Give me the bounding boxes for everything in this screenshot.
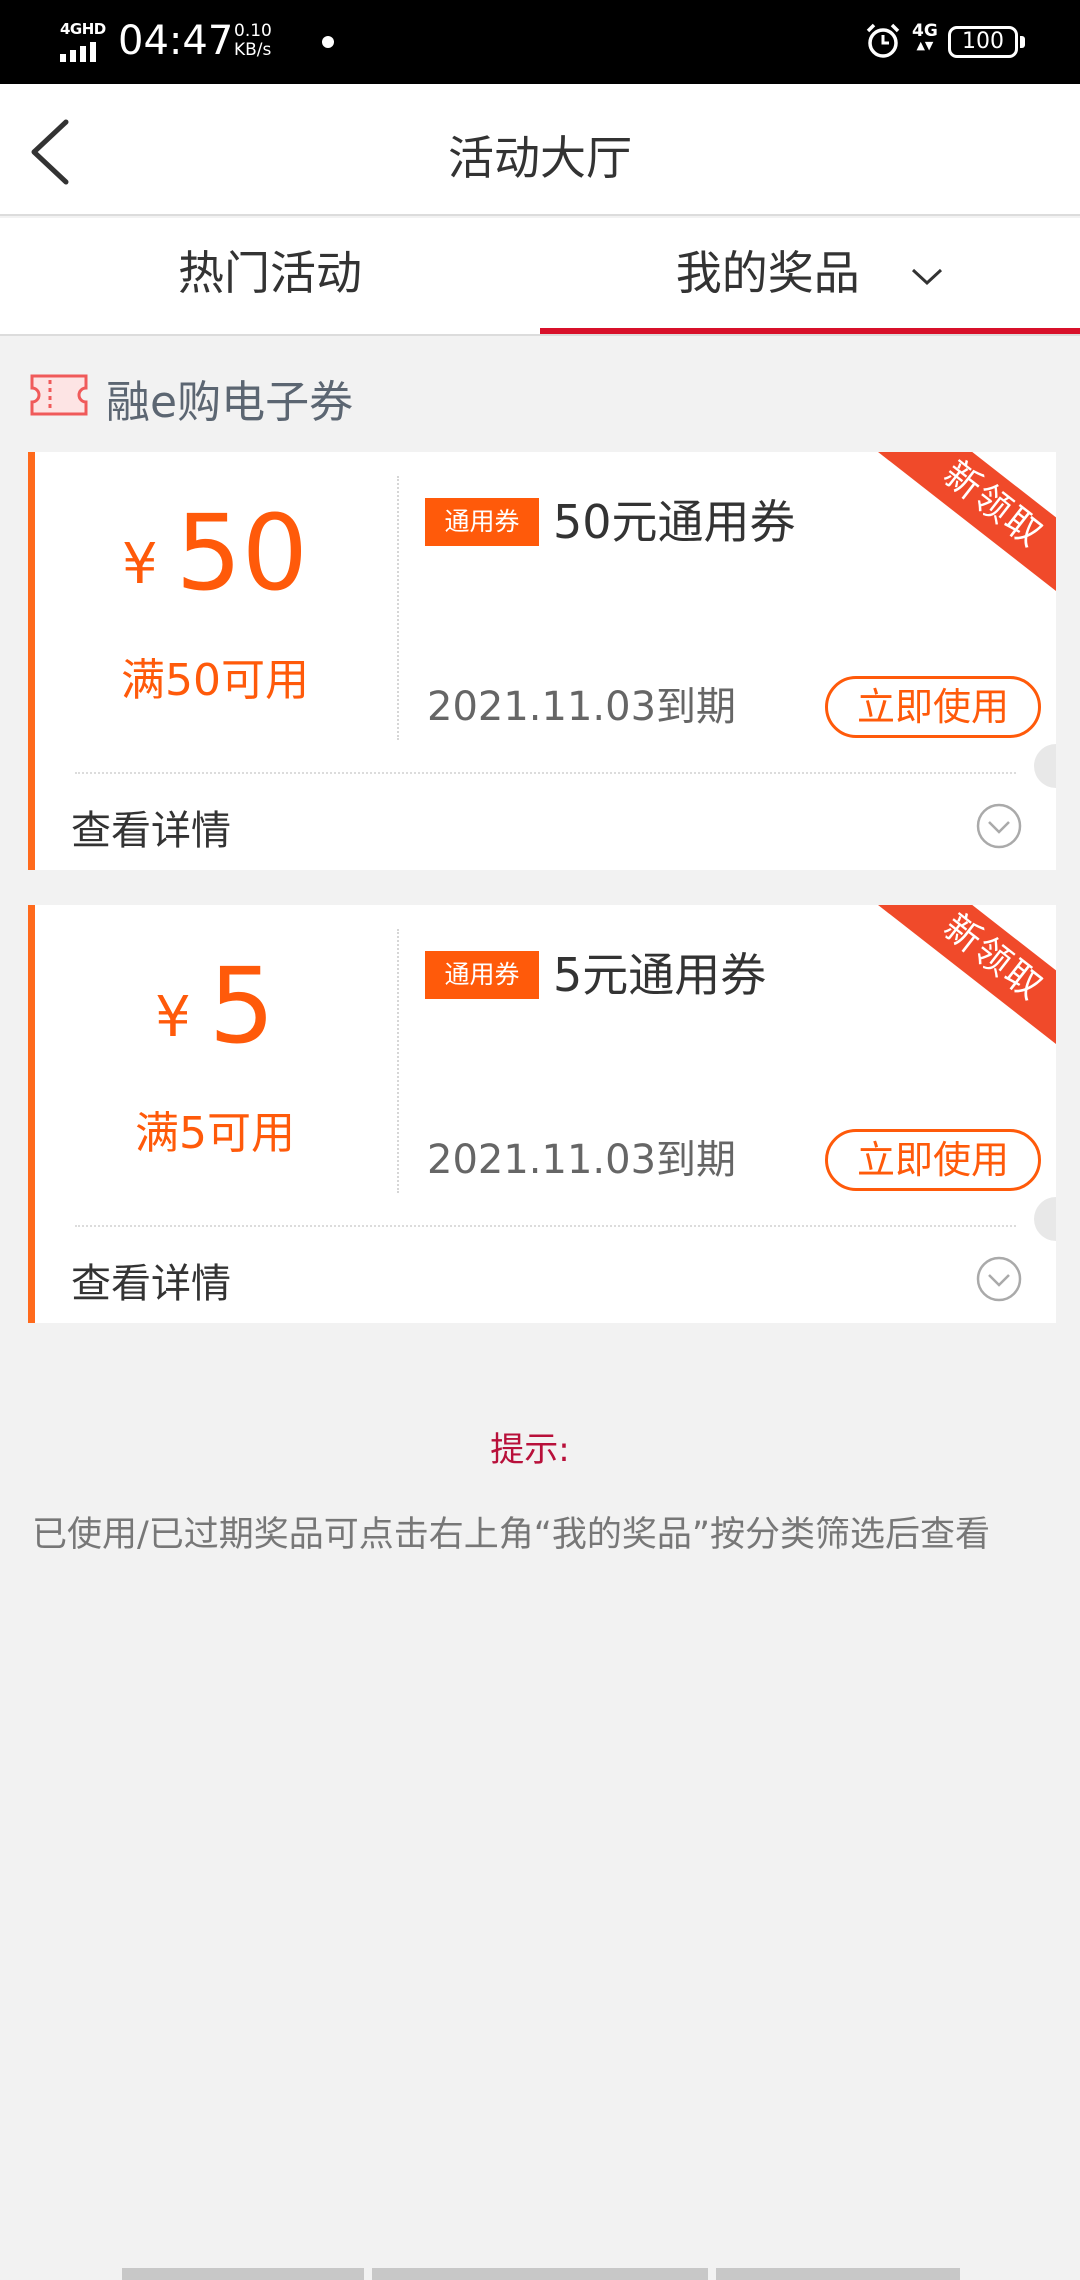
coupon-card: ¥50 满50可用 通用券 50元通用券 2021.11.03到期 立即使用 新… (28, 452, 1056, 870)
coupon-type-badge: 通用券 (425, 498, 539, 546)
notification-dot-icon (322, 36, 334, 48)
tab-bar: 热门活动 我的奖品 (0, 218, 1080, 336)
expand-circle-icon[interactable] (975, 1255, 1023, 1303)
active-tab-indicator (540, 328, 1080, 334)
coupon-amount: ¥50 (35, 492, 395, 614)
bottom-bar (372, 2268, 708, 2280)
currency-symbol: ¥ (122, 532, 158, 597)
coupon-name: 50元通用券 (553, 495, 796, 549)
speed-unit: KB/s (234, 40, 272, 60)
coupon-amount: ¥5 (35, 945, 395, 1067)
coupon-threshold: 满50可用 (121, 655, 309, 706)
network-label: 4GHD (60, 20, 106, 38)
speed-value: 0.10 (234, 21, 272, 41)
mobile-data-icon: 4G ▲▼ (912, 21, 938, 52)
divider (75, 1225, 1016, 1227)
coupon-expire-date: 2021.11.03到期 (427, 684, 737, 730)
currency-symbol: ¥ (155, 985, 191, 1050)
bottom-bar (122, 2268, 364, 2280)
nav-bar: 活动大厅 (0, 84, 1080, 216)
new-ribbon-badge: 新领取 (868, 905, 1056, 1064)
amount-value: 5 (208, 945, 275, 1067)
tab-hot-activities[interactable]: 热门活动 (0, 218, 540, 336)
chevron-down-icon (912, 268, 943, 285)
use-now-button[interactable]: 立即使用 (825, 676, 1041, 738)
alarm-icon (866, 23, 900, 58)
divider (397, 929, 399, 1193)
coupon-type-badge: 通用券 (425, 951, 539, 999)
coupon-expire-date: 2021.11.03到期 (427, 1137, 737, 1183)
bottom-bar (716, 2268, 960, 2280)
amount-value: 50 (175, 492, 308, 614)
hint-title: 提示: (490, 1430, 570, 1470)
hint-text: 已使用/已过期奖品可点击右上角“我的奖品”按分类筛选后查看 (32, 1515, 991, 1555)
battery-level: 100 (962, 29, 1004, 54)
tab-my-prizes[interactable]: 我的奖品 (540, 218, 1080, 336)
status-time: 04:47 (118, 18, 234, 64)
tab-label: 热门活动 (178, 246, 362, 300)
coupon-threshold: 满5可用 (135, 1108, 295, 1159)
battery-tip (1020, 36, 1025, 48)
net-type-label: 4G (912, 21, 938, 41)
use-now-button[interactable]: 立即使用 (825, 1129, 1041, 1191)
battery-icon: 100 (948, 26, 1018, 58)
view-details-link[interactable]: 查看详情 (71, 798, 231, 856)
card-notch (1034, 1197, 1056, 1241)
status-bar: 4GHD 04:47 0.10 KB/s 4G ▲▼ 100 (0, 0, 1080, 84)
card-notch (1034, 744, 1056, 788)
network-speed: 0.10 KB/s (234, 22, 272, 60)
divider (75, 772, 1016, 774)
signal-icon: 4GHD (58, 20, 106, 62)
section-title: 融e购电子券 (106, 377, 354, 428)
divider (397, 476, 399, 740)
coupon-name: 5元通用券 (553, 948, 767, 1002)
coupon-card: ¥5 满5可用 通用券 5元通用券 2021.11.03到期 立即使用 新领取 … (28, 905, 1056, 1323)
expand-circle-icon[interactable] (975, 802, 1023, 850)
new-ribbon-badge: 新领取 (868, 452, 1056, 611)
ticket-icon (30, 374, 88, 416)
view-details-link[interactable]: 查看详情 (71, 1251, 231, 1309)
page-title: 活动大厅 (448, 131, 632, 185)
tab-label: 我的奖品 (675, 246, 860, 300)
